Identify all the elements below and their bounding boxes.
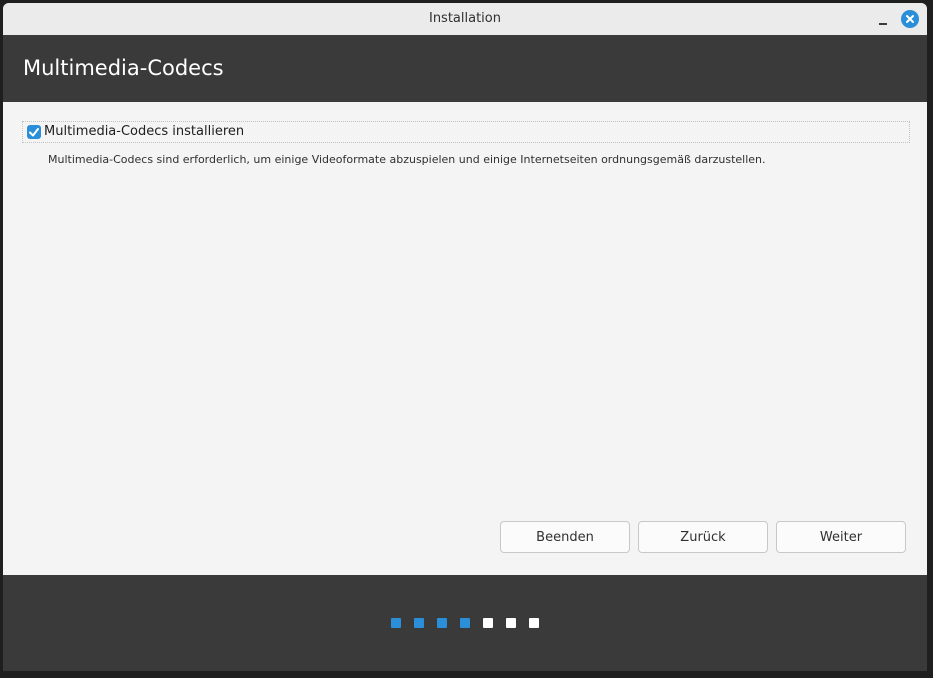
- close-icon: [906, 15, 914, 23]
- installer-window: Installation Multimedia-Codecs Multimedi…: [3, 3, 927, 671]
- close-button[interactable]: [901, 10, 919, 28]
- progress-step-done: [391, 618, 401, 628]
- page-header: Multimedia-Codecs: [3, 35, 927, 102]
- progress-step-pending: [529, 618, 539, 628]
- checkmark-icon: [29, 128, 39, 137]
- progress-footer: [3, 575, 927, 671]
- progress-step-done: [460, 618, 470, 628]
- progress-indicator: [391, 618, 539, 628]
- title-bar: Installation: [3, 3, 927, 36]
- install-codecs-checkbox[interactable]: [27, 125, 41, 139]
- content-area: Multimedia-Codecs installieren Multimedi…: [3, 102, 927, 575]
- window-title: Installation: [428, 11, 501, 26]
- back-button[interactable]: Zurück: [638, 521, 768, 553]
- install-codecs-label[interactable]: Multimedia-Codecs installieren: [44, 124, 244, 139]
- progress-step-pending: [483, 618, 493, 628]
- progress-step-done: [414, 618, 424, 628]
- install-codecs-checkbox-row[interactable]: Multimedia-Codecs installieren: [22, 121, 910, 143]
- page-title: Multimedia-Codecs: [23, 56, 224, 80]
- codecs-description: Multimedia-Codecs sind erforderlich, um …: [48, 153, 766, 166]
- progress-step-done: [437, 618, 447, 628]
- next-button[interactable]: Weiter: [776, 521, 906, 553]
- quit-button[interactable]: Beenden: [500, 521, 630, 553]
- progress-step-pending: [506, 618, 516, 628]
- minimize-button[interactable]: [875, 11, 891, 27]
